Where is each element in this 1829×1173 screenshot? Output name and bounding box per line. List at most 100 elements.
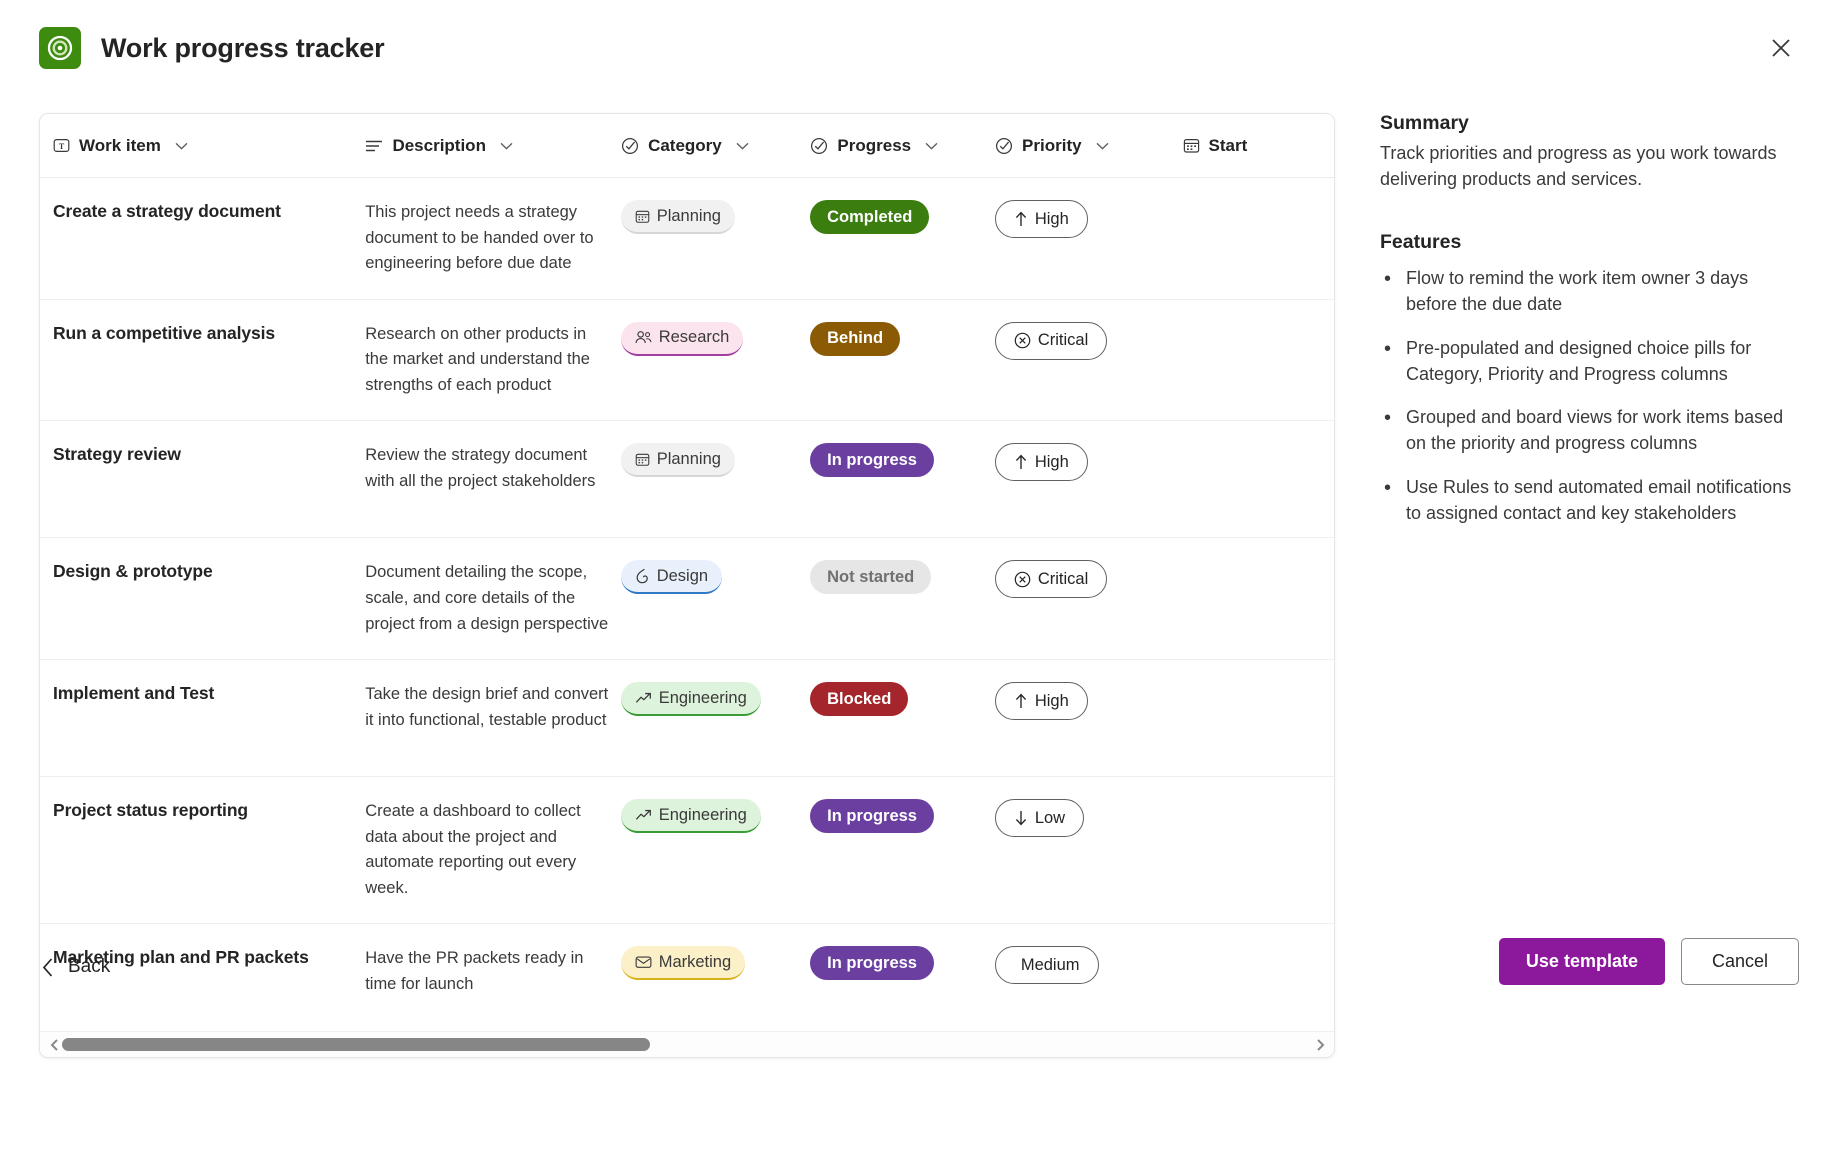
cell-start[interactable] xyxy=(1182,560,1334,637)
table-row[interactable]: Project status reporting Create a dashboa… xyxy=(40,777,1334,925)
cell-progress[interactable]: In progress xyxy=(810,443,995,515)
table-row[interactable]: Design & prototype Document detailing the… xyxy=(40,538,1334,661)
table-row[interactable]: Implement and Test Take the design brief … xyxy=(40,660,1334,778)
priority-pill[interactable]: Critical xyxy=(994,321,1108,360)
arrow-down-icon xyxy=(1014,810,1028,826)
cell-start[interactable] xyxy=(1182,200,1334,277)
priority-pill[interactable]: High xyxy=(994,682,1088,721)
column-header-category[interactable]: Category xyxy=(621,136,810,156)
scrollbar-thumb[interactable] xyxy=(62,1038,650,1051)
table-row[interactable]: Create a strategy document This project n… xyxy=(40,178,1334,300)
trending-up-icon xyxy=(635,691,652,705)
description-text: Create a dashboard to collect data about… xyxy=(365,802,581,897)
cell-priority[interactable]: High xyxy=(994,200,1183,277)
cell-priority[interactable]: Low xyxy=(994,799,1183,901)
envelope-icon xyxy=(635,955,652,969)
progress-pill[interactable]: In progress xyxy=(810,799,934,834)
table-row[interactable]: Marketing plan and PR packets Have the PR… xyxy=(40,924,1334,1031)
cell-priority[interactable]: Critical xyxy=(994,321,1183,399)
scroll-right-arrow-icon[interactable] xyxy=(1312,1032,1328,1057)
description-text: Take the design brief and convert it int… xyxy=(365,685,609,729)
category-pill[interactable]: Planning xyxy=(620,200,735,234)
cell-progress[interactable]: Not started xyxy=(810,560,995,637)
category-pill[interactable]: Planning xyxy=(620,443,735,478)
cell-priority[interactable]: Critical xyxy=(994,560,1183,637)
cancel-button[interactable]: Cancel xyxy=(1680,938,1799,985)
dialog-header: Work progress tracker xyxy=(0,0,1829,96)
horizontal-scrollbar[interactable] xyxy=(40,1031,1334,1057)
cell-start[interactable] xyxy=(1182,682,1334,754)
cell-progress[interactable]: In progress xyxy=(810,946,995,1019)
priority-label: High xyxy=(1034,453,1069,472)
chevron-down-icon[interactable] xyxy=(175,142,188,150)
priority-pill[interactable]: High xyxy=(994,443,1088,482)
cell-priority[interactable]: High xyxy=(994,443,1183,515)
priority-pill[interactable]: High xyxy=(994,200,1088,238)
multiline-text-icon xyxy=(365,139,383,153)
category-pill[interactable]: Engineering xyxy=(620,682,761,717)
category-label: Design xyxy=(656,567,709,586)
cell-start[interactable] xyxy=(1182,946,1334,1019)
category-pill[interactable]: Marketing xyxy=(620,946,746,981)
cell-start[interactable] xyxy=(1182,322,1334,399)
progress-pill[interactable]: Blocked xyxy=(810,682,909,717)
table-row[interactable]: Run a competitive analysis Research on ot… xyxy=(40,300,1334,422)
chevron-down-icon[interactable] xyxy=(736,142,749,150)
back-button[interactable]: Back xyxy=(42,956,110,978)
priority-pill[interactable]: Medium xyxy=(994,946,1099,985)
category-pill[interactable]: Engineering xyxy=(620,799,761,834)
close-button[interactable] xyxy=(1763,30,1799,66)
column-header-label: Priority xyxy=(1022,135,1082,155)
cell-category[interactable]: Engineering xyxy=(620,799,810,901)
column-header-work-item[interactable]: T Work item xyxy=(53,136,365,156)
cell-progress[interactable]: Blocked xyxy=(810,682,995,754)
category-pill[interactable]: Design xyxy=(620,560,723,595)
progress-pill[interactable]: Not started xyxy=(810,560,932,595)
priority-pill[interactable]: Critical xyxy=(994,560,1108,599)
cell-progress[interactable]: Behind xyxy=(810,321,995,399)
cell-priority[interactable]: Medium xyxy=(994,946,1183,1019)
use-template-button[interactable]: Use template xyxy=(1498,938,1665,985)
choice-check-icon xyxy=(621,137,639,155)
cell-start[interactable] xyxy=(1182,799,1334,901)
cell-progress[interactable]: In progress xyxy=(810,799,995,901)
cell-category[interactable]: Planning xyxy=(620,443,810,515)
progress-pill[interactable]: In progress xyxy=(810,443,934,478)
scrollbar-track[interactable] xyxy=(62,1032,1312,1057)
trending-up-icon xyxy=(635,808,652,822)
category-pill[interactable]: Research xyxy=(620,321,744,356)
description-text: This project needs a strategy document t… xyxy=(365,203,594,273)
people-icon xyxy=(635,330,652,345)
cell-description: Take the design brief and convert it int… xyxy=(365,682,621,754)
cell-category[interactable]: Research xyxy=(620,321,810,399)
svg-text:T: T xyxy=(59,142,65,151)
category-label: Planning xyxy=(656,206,721,225)
chevron-down-icon[interactable] xyxy=(1096,142,1109,150)
progress-pill[interactable]: Completed xyxy=(810,200,930,234)
column-header-priority[interactable]: Priority xyxy=(995,136,1182,156)
chevron-down-icon[interactable] xyxy=(500,142,513,150)
column-header-label: Category xyxy=(648,135,722,155)
features-heading: Features xyxy=(1380,230,1462,253)
priority-pill[interactable]: Low xyxy=(994,799,1085,838)
cell-progress[interactable]: Completed xyxy=(810,200,995,277)
progress-pill[interactable]: Behind xyxy=(810,321,901,356)
calendar-icon xyxy=(635,209,650,224)
cell-start[interactable] xyxy=(1182,443,1334,515)
column-header-description[interactable]: Description xyxy=(365,136,621,156)
table-row[interactable]: Strategy review Review the strategy docum… xyxy=(40,421,1334,539)
priority-label: Low xyxy=(1034,808,1066,827)
column-header-progress[interactable]: Progress xyxy=(810,136,995,156)
cell-category[interactable]: Planning xyxy=(620,200,810,277)
feature-item: Flow to remind the work item owner 3 day… xyxy=(1380,265,1800,318)
scroll-left-arrow-icon[interactable] xyxy=(46,1032,62,1057)
column-header-start[interactable]: Start xyxy=(1183,136,1334,156)
cell-category[interactable]: Design xyxy=(620,560,810,637)
table-header-row: T Work item Description Category Progres… xyxy=(40,114,1334,178)
cell-priority[interactable]: High xyxy=(994,682,1183,754)
cell-category[interactable]: Engineering xyxy=(620,682,810,754)
cell-category[interactable]: Marketing xyxy=(620,946,810,1019)
chevron-down-icon[interactable] xyxy=(925,142,938,150)
category-label: Engineering xyxy=(658,688,747,707)
progress-pill[interactable]: In progress xyxy=(810,946,934,981)
